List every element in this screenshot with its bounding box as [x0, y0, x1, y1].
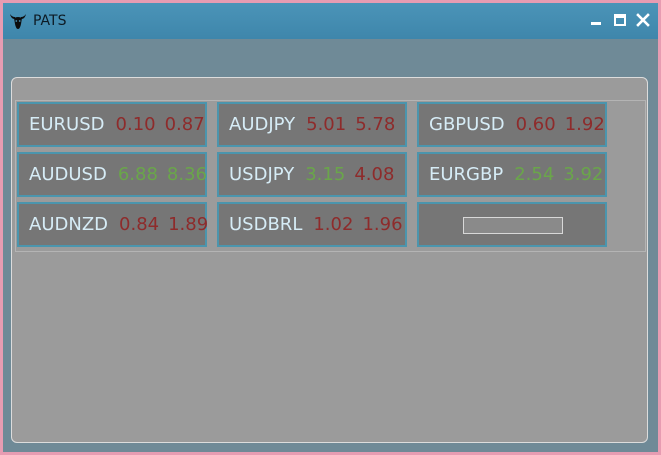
- pair-symbol: USDJPY: [229, 164, 295, 185]
- pair-value-1: 6.88: [117, 164, 158, 185]
- minimize-icon[interactable]: [589, 13, 603, 27]
- pairs-grid: EURUSD 0.10 0.87 AUDJPY 5.01 5.78 GBPUSD…: [15, 100, 646, 252]
- pair-cell-empty: [417, 202, 607, 247]
- pair-symbol: USDBRL: [229, 214, 303, 235]
- client-area: EURUSD 0.10 0.87 AUDJPY 5.01 5.78 GBPUSD…: [3, 39, 658, 452]
- pair-cell-usdbrl[interactable]: USDBRL 1.02 1.96: [217, 202, 407, 247]
- pair-value-1: 2.54: [514, 164, 555, 185]
- maximize-icon[interactable]: [613, 13, 627, 27]
- pair-symbol: EURUSD: [29, 114, 105, 135]
- pair-cell-usdjpy[interactable]: USDJPY 3.15 4.08: [217, 152, 407, 197]
- pair-value-2: 1.89: [168, 214, 209, 235]
- pair-value-2: 8.36: [166, 164, 207, 185]
- empty-symbol-input[interactable]: [463, 217, 563, 234]
- pair-cell-audusd[interactable]: AUDUSD 6.88 8.36: [17, 152, 207, 197]
- main-panel: EURUSD 0.10 0.87 AUDJPY 5.01 5.78 GBPUSD…: [11, 77, 648, 443]
- pair-value-1: 1.02: [313, 214, 354, 235]
- pair-cell-audjpy[interactable]: AUDJPY 5.01 5.78: [217, 102, 407, 147]
- window-title: PATS: [33, 13, 67, 29]
- pair-value-1: 0.84: [119, 214, 160, 235]
- pair-value-1: 0.10: [115, 114, 156, 135]
- pair-symbol: AUDNZD: [29, 214, 109, 235]
- pair-symbol: EURGBP: [429, 164, 504, 185]
- pair-cell-gbpusd[interactable]: GBPUSD 0.60 1.92: [417, 102, 607, 147]
- pair-value-2: 1.96: [362, 214, 403, 235]
- pair-symbol: GBPUSD: [429, 114, 505, 135]
- pair-value-2: 5.78: [355, 114, 396, 135]
- bull-icon: [10, 14, 26, 29]
- app-window: PATS EURUSD 0.10 0.87 AUDJPY 5.01 5.78 G…: [0, 0, 661, 455]
- pair-value-2: 4.08: [354, 164, 395, 185]
- pair-value-2: 3.92: [563, 164, 604, 185]
- pair-symbol: AUDJPY: [229, 114, 296, 135]
- pair-symbol: AUDUSD: [29, 164, 107, 185]
- close-icon[interactable]: [636, 13, 650, 27]
- pair-value-1: 3.15: [305, 164, 346, 185]
- pair-value-1: 0.60: [515, 114, 556, 135]
- pair-cell-eurgbp[interactable]: EURGBP 2.54 3.92: [417, 152, 607, 197]
- pair-value-2: 0.87: [164, 114, 205, 135]
- pair-value-1: 5.01: [306, 114, 347, 135]
- pair-cell-audnzd[interactable]: AUDNZD 0.84 1.89: [17, 202, 209, 247]
- pair-cell-eurusd[interactable]: EURUSD 0.10 0.87: [17, 102, 207, 147]
- title-bar[interactable]: PATS: [3, 3, 658, 39]
- pair-value-2: 1.92: [564, 114, 605, 135]
